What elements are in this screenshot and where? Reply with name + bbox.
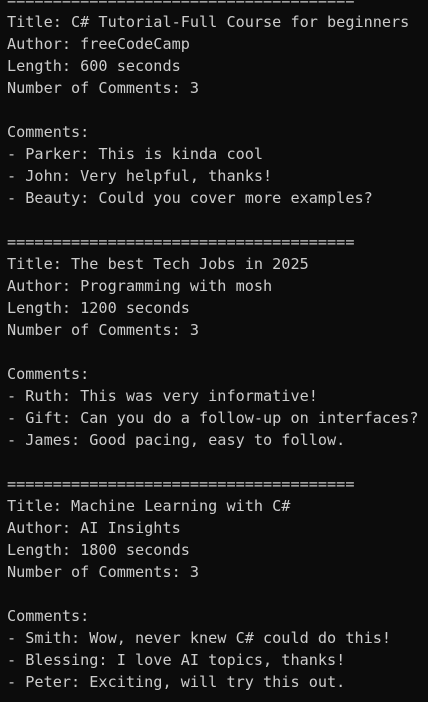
video-title: Title: Machine Learning with C# — [7, 497, 291, 515]
comments-header: Comments: — [7, 365, 90, 383]
comment-line: - Smith: Wow, never knew C# could do thi… — [7, 629, 392, 647]
video-title: Title: The best Tech Jobs in 2025 — [7, 255, 309, 273]
video-title: Title: C# Tutorial-Full Course for begin… — [7, 13, 410, 31]
video-author: Author: Programming with mosh — [7, 277, 273, 295]
comments-header: Comments: — [7, 123, 90, 141]
comments-header: Comments: — [7, 607, 90, 625]
video-comment-count: Number of Comments: 3 — [7, 79, 200, 97]
video-author: Author: freeCodeCamp — [7, 35, 190, 53]
comment-line: - Ruth: This was very informative! — [7, 387, 318, 405]
video-length: Length: 1800 seconds — [7, 541, 190, 559]
console-output: ====================================== T… — [7, 0, 428, 693]
comment-line: - Peter: Exciting, will try this out. — [7, 673, 346, 691]
comment-line: - John: Very helpful, thanks! — [7, 167, 273, 185]
comment-line: - Blessing: I love AI topics, thanks! — [7, 651, 346, 669]
video-author: Author: AI Insights — [7, 519, 181, 537]
separator-line: ====================================== — [7, 0, 355, 9]
video-length: Length: 600 seconds — [7, 57, 181, 75]
comment-line: - Beauty: Could you cover more examples? — [7, 189, 373, 207]
separator-line: ====================================== — [7, 475, 355, 493]
separator-line: ====================================== — [7, 233, 355, 251]
video-comment-count: Number of Comments: 3 — [7, 321, 200, 339]
comment-line: - Gift: Can you do a follow-up on interf… — [7, 409, 419, 427]
video-comment-count: Number of Comments: 3 — [7, 563, 200, 581]
video-length: Length: 1200 seconds — [7, 299, 190, 317]
comment-line: - James: Good pacing, easy to follow. — [7, 431, 346, 449]
console-window: ====================================== T… — [0, 0, 428, 702]
comment-line: - Parker: This is kinda cool — [7, 145, 264, 163]
